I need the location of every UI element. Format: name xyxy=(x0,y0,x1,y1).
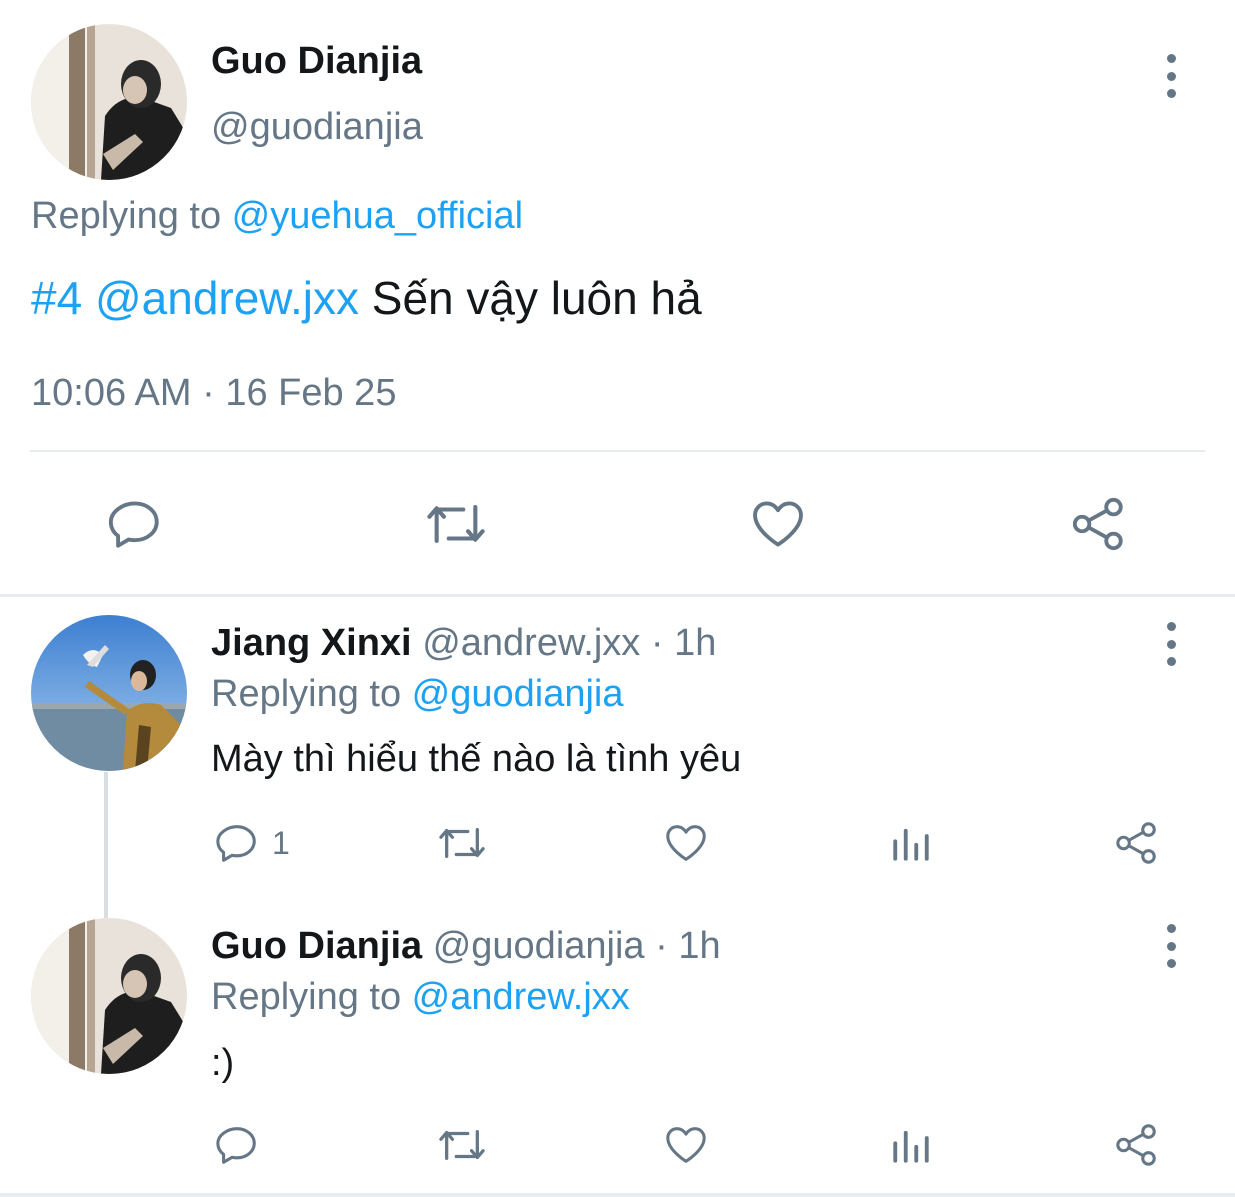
analytics-button[interactable] xyxy=(890,822,932,864)
replying-to: Replying to @andrew.jxx xyxy=(211,976,630,1019)
share-button[interactable] xyxy=(1114,1122,1160,1168)
reply-header: Jiang Xinxi @andrew.jxx · 1h xyxy=(211,622,716,665)
reply-button[interactable] xyxy=(214,1122,272,1168)
replying-to-label: Replying to xyxy=(211,673,412,715)
analytics-icon xyxy=(893,828,929,861)
replying-to-handle[interactable]: @yuehua_official xyxy=(232,195,523,237)
reply-count: 1 xyxy=(272,824,290,861)
reply-icon xyxy=(108,501,159,548)
reply-author-name[interactable]: Jiang Xinxi xyxy=(211,622,412,664)
replying-to: Replying to @guodianjia xyxy=(211,673,624,716)
analytics-button[interactable] xyxy=(890,1124,932,1166)
author-name[interactable]: Guo Dianjia xyxy=(211,40,422,83)
replying-to-handle[interactable]: @andrew.jxx xyxy=(412,976,630,1018)
thread-connector xyxy=(104,772,108,918)
mention-link[interactable]: @andrew.jxx xyxy=(95,272,359,324)
more-options-icon[interactable] xyxy=(1161,622,1181,666)
tweet-body: Sến vậy luôn hả xyxy=(358,272,702,324)
reply-icon xyxy=(216,825,256,862)
share-icon xyxy=(1116,1124,1156,1166)
replying-to-handle[interactable]: @guodianjia xyxy=(412,673,624,715)
reply-author-name[interactable]: Guo Dianjia xyxy=(211,925,422,967)
like-button[interactable] xyxy=(749,495,807,553)
like-icon xyxy=(753,501,803,547)
reply-time: · 1h xyxy=(644,925,721,967)
share-button[interactable] xyxy=(1114,820,1160,866)
reply-header: Guo Dianjia @guodianjia · 1h xyxy=(211,925,721,968)
replying-to: Replying to @yuehua_official xyxy=(31,195,523,238)
more-options-icon[interactable] xyxy=(1161,924,1181,968)
reply-author-handle[interactable]: @andrew.jxx xyxy=(422,622,640,664)
divider xyxy=(30,450,1205,452)
share-icon xyxy=(1072,497,1123,551)
like-button[interactable] xyxy=(663,820,709,866)
reply-text: Mày thì hiểu thế nào là tình yêu xyxy=(211,738,742,780)
author-handle[interactable]: @guodianjia xyxy=(211,106,423,149)
like-button[interactable] xyxy=(663,1122,709,1168)
retweet-icon xyxy=(427,505,485,543)
replying-to-label: Replying to xyxy=(31,195,232,237)
retweet-icon xyxy=(439,827,485,859)
reply-avatar[interactable] xyxy=(31,615,187,771)
retweet-button[interactable] xyxy=(436,1122,488,1168)
section-separator xyxy=(0,594,1235,597)
replying-to-label: Replying to xyxy=(211,976,412,1018)
share-icon xyxy=(1116,822,1156,864)
reply-button[interactable] xyxy=(106,495,164,553)
like-icon xyxy=(666,825,706,861)
retweet-button[interactable] xyxy=(424,495,488,553)
hashtag-link[interactable]: #4 xyxy=(31,272,82,324)
like-icon xyxy=(666,1127,706,1163)
bottom-divider xyxy=(0,1193,1235,1197)
more-options-icon[interactable] xyxy=(1161,54,1181,98)
reply-avatar[interactable] xyxy=(31,918,187,1074)
reply-text: :) xyxy=(211,1042,235,1084)
tweet-timestamp: 10:06 AM · 16 Feb 25 xyxy=(31,372,397,414)
author-avatar[interactable] xyxy=(31,24,187,180)
share-button[interactable] xyxy=(1070,495,1128,553)
reply-button[interactable]: 1 xyxy=(214,820,290,866)
retweet-button[interactable] xyxy=(436,820,488,866)
tweet-text: #4 @andrew.jxx Sến vậy luôn hả xyxy=(31,271,702,325)
reply-author-handle[interactable]: @guodianjia xyxy=(433,925,645,967)
reply-time: · 1h xyxy=(640,622,717,664)
reply-icon xyxy=(216,1127,256,1164)
retweet-icon xyxy=(439,1129,485,1161)
analytics-icon xyxy=(893,1130,929,1163)
